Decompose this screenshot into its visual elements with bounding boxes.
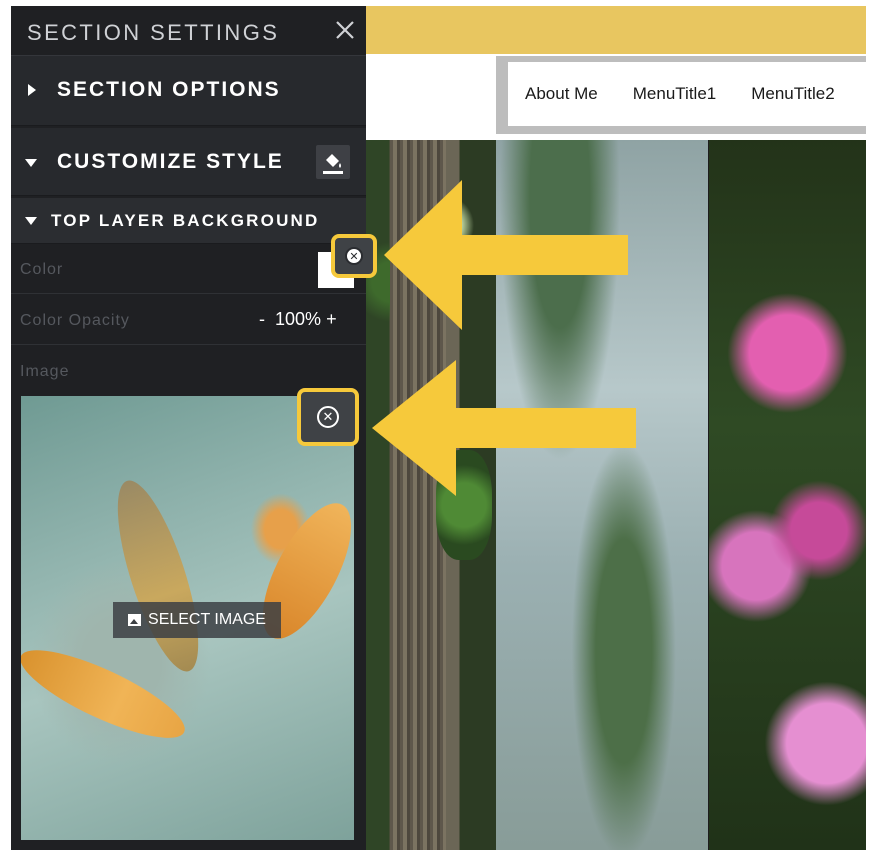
panel-title: SECTION SETTINGS <box>27 20 280 45</box>
select-image-label: SELECT IMAGE <box>148 611 266 628</box>
opacity-stepper: - 100% + <box>259 309 337 330</box>
color-label: Color <box>20 261 64 278</box>
customize-style-label: CUSTOMIZE STYLE <box>57 150 284 173</box>
remove-image-button[interactable]: ✕ <box>297 388 359 446</box>
section-options-row[interactable]: SECTION OPTIONS <box>11 56 366 126</box>
caret-down-icon <box>25 217 37 225</box>
image-preview[interactable]: SELECT IMAGE <box>21 396 354 840</box>
color-opacity-field: Color Opacity - 100% + <box>11 295 366 345</box>
header-band <box>366 6 866 54</box>
close-icon[interactable] <box>333 18 357 42</box>
select-image-button[interactable]: SELECT IMAGE <box>113 602 281 638</box>
remove-color-button[interactable]: ✕ <box>331 234 377 278</box>
flower-photo <box>709 140 866 850</box>
nav-item-menutitle1[interactable]: MenuTitle1 <box>616 84 734 104</box>
nav-item-menutitle2[interactable]: MenuTitle2 <box>734 84 852 104</box>
koi-fish <box>101 472 215 680</box>
color-field: Color <box>11 244 366 294</box>
close-circle-icon: ✕ <box>317 406 339 428</box>
caret-down-icon <box>25 159 37 167</box>
image-label: Image <box>20 363 70 380</box>
panel-header: SECTION SETTINGS <box>11 6 366 56</box>
image-icon <box>128 614 142 626</box>
section-options-label: SECTION OPTIONS <box>57 78 281 101</box>
nav-bar: About Me MenuTitle1 MenuTitle2 <box>508 62 866 126</box>
top-layer-background-label: TOP LAYER BACKGROUND <box>51 211 320 230</box>
close-circle-icon: ✕ <box>345 247 363 265</box>
opacity-increase-button[interactable]: + <box>326 309 337 329</box>
arrow-left-icon <box>384 180 628 330</box>
opacity-decrease-button[interactable]: - <box>259 309 265 329</box>
nav-item-about-me[interactable]: About Me <box>508 84 616 104</box>
customize-style-row[interactable]: CUSTOMIZE STYLE <box>11 128 366 196</box>
color-opacity-label: Color Opacity <box>20 312 130 329</box>
paint-bucket-icon <box>323 154 343 174</box>
paint-bucket-button[interactable] <box>316 145 350 179</box>
opacity-value: 100% <box>275 309 322 329</box>
caret-right-icon <box>28 84 36 96</box>
arrow-left-icon <box>372 360 636 496</box>
top-layer-background-row[interactable]: TOP LAYER BACKGROUND <box>11 198 366 244</box>
